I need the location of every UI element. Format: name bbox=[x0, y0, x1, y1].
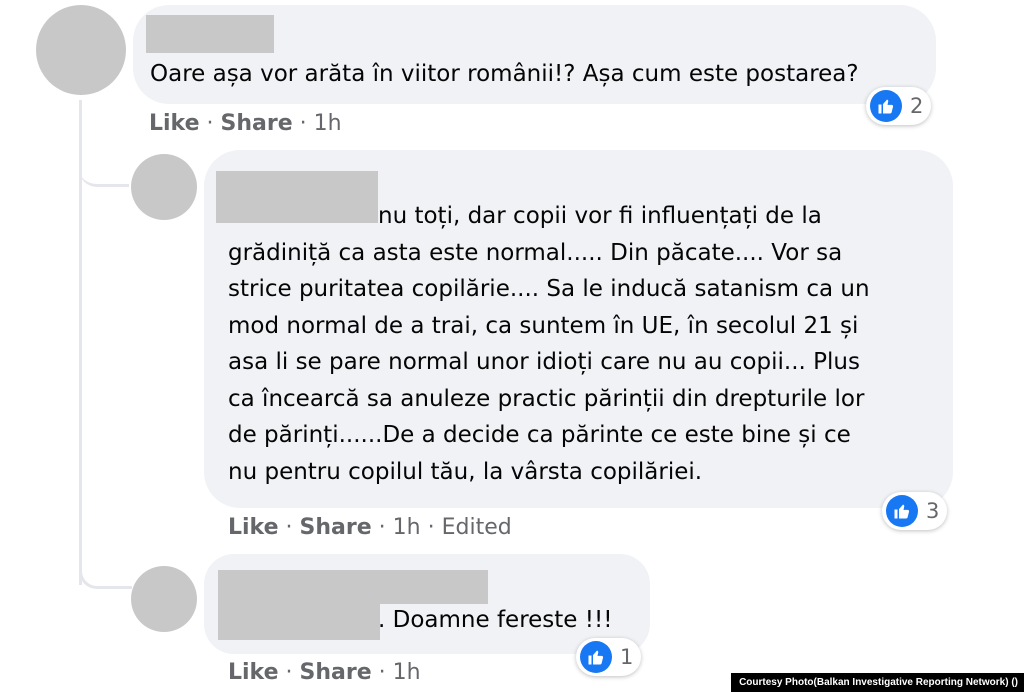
thread-connector bbox=[79, 560, 132, 589]
like-link[interactable]: Like bbox=[149, 111, 200, 136]
comment-text: nu toți, dar copii vor fi influențați de… bbox=[228, 203, 870, 485]
timestamp[interactable]: 1h bbox=[314, 111, 342, 136]
thumbs-up-icon bbox=[870, 90, 902, 122]
thumbs-up-icon bbox=[580, 641, 612, 673]
timestamp[interactable]: 1h bbox=[393, 660, 421, 685]
photo-credit: Courtesy Photo(Balkan Investigative Repo… bbox=[731, 673, 1024, 692]
thumbs-up-icon bbox=[886, 495, 918, 527]
comment-actions: Like · Share · 1h · Edited bbox=[228, 515, 512, 540]
comment-actions: Like · Share · 1h bbox=[149, 111, 342, 136]
edited-label[interactable]: Edited bbox=[442, 515, 512, 540]
comment-actions: Like · Share · 1h bbox=[228, 660, 421, 685]
share-link[interactable]: Share bbox=[300, 660, 372, 685]
timestamp[interactable]: 1h bbox=[393, 515, 421, 540]
redacted-username bbox=[218, 570, 488, 604]
comment-text: . Doamne fereste !!! bbox=[378, 607, 613, 633]
reaction-count[interactable]: 3 bbox=[882, 492, 948, 530]
avatar[interactable] bbox=[131, 154, 197, 220]
comment-text: Oare așa vor arăta în viitor românii!? A… bbox=[150, 61, 859, 87]
redacted-username bbox=[218, 604, 380, 640]
avatar[interactable] bbox=[131, 566, 197, 632]
reaction-count[interactable]: 1 bbox=[576, 638, 642, 676]
share-link[interactable]: Share bbox=[300, 515, 372, 540]
avatar[interactable] bbox=[36, 5, 126, 95]
redacted-username bbox=[146, 15, 274, 53]
reaction-count[interactable]: 2 bbox=[866, 87, 932, 125]
share-link[interactable]: Share bbox=[221, 111, 293, 136]
like-link[interactable]: Like bbox=[228, 660, 279, 685]
like-link[interactable]: Like bbox=[228, 515, 279, 540]
thread-connector bbox=[79, 160, 129, 187]
